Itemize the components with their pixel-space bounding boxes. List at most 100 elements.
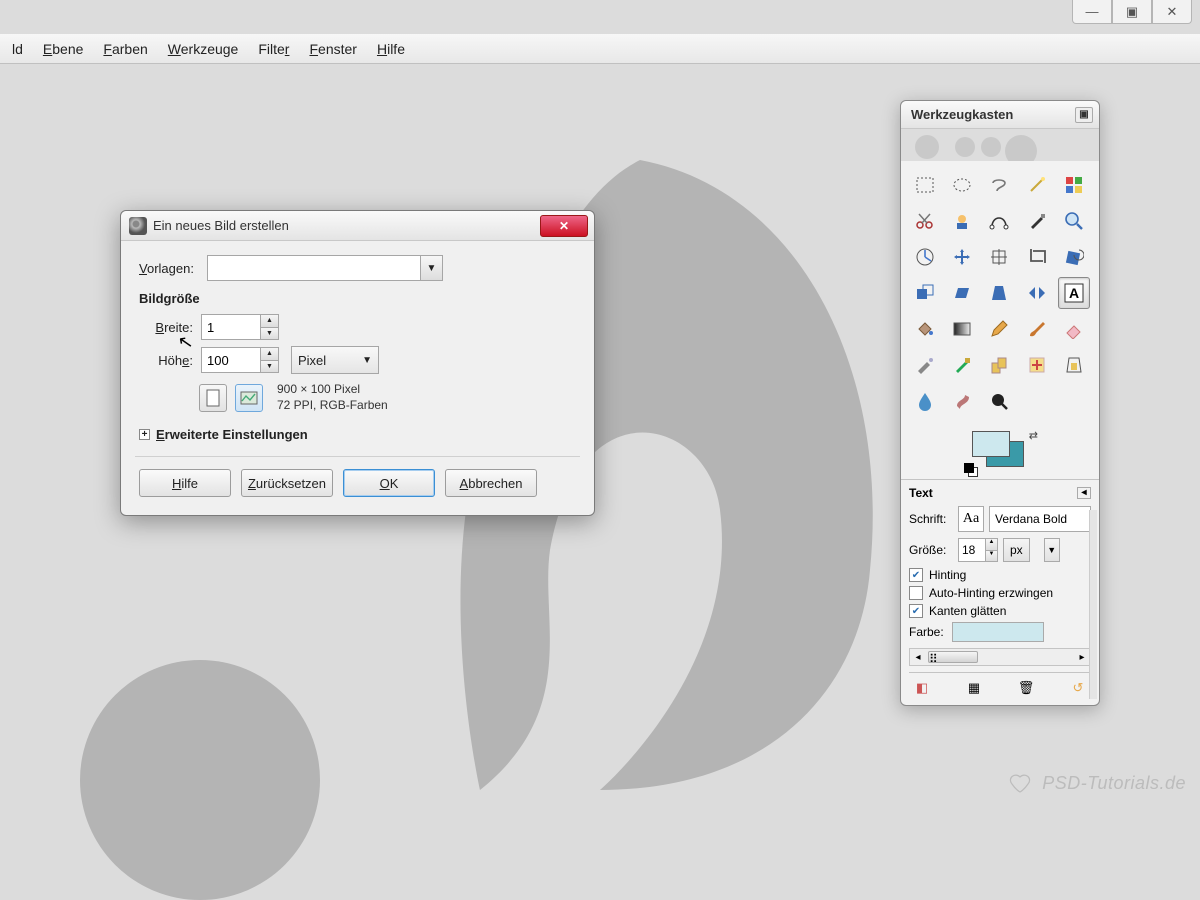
perspective-clone-tool-icon[interactable] xyxy=(1058,349,1090,381)
templates-combobox[interactable]: ▼ xyxy=(207,255,443,281)
hinting-checkbox-row[interactable]: ✔ Hinting xyxy=(909,568,1091,582)
footer-save-icon[interactable]: ◧ xyxy=(913,679,931,697)
font-picker-icon[interactable]: Aa xyxy=(958,506,984,532)
ellipse-select-tool-icon[interactable] xyxy=(946,169,978,201)
clone-tool-icon[interactable] xyxy=(983,349,1015,381)
color-swatches[interactable]: ⇄ xyxy=(972,431,1028,469)
dodge-tool-icon[interactable] xyxy=(983,385,1015,417)
rotate-tool-icon[interactable] xyxy=(1058,241,1090,273)
flip-tool-icon[interactable] xyxy=(1021,277,1053,309)
default-colors-icon[interactable] xyxy=(964,463,974,473)
toolbox-titlebar[interactable]: Werkzeugkasten ▣ xyxy=(901,101,1099,129)
svg-text:A: A xyxy=(1069,285,1079,301)
paths-tool-icon[interactable] xyxy=(983,205,1015,237)
orientation-landscape-button[interactable] xyxy=(235,384,263,412)
foreground-color-swatch[interactable] xyxy=(972,431,1010,457)
plus-icon: + xyxy=(139,429,150,440)
font-field[interactable]: Verdana Bold xyxy=(989,506,1091,532)
pencil-tool-icon[interactable] xyxy=(983,313,1015,345)
checkbox-checked-icon[interactable]: ✔ xyxy=(909,568,923,582)
unit-combobox[interactable]: Pixel▼ xyxy=(291,346,379,374)
spin-up-icon[interactable]: ▲ xyxy=(261,315,278,328)
text-color-swatch[interactable] xyxy=(952,622,1044,642)
orientation-portrait-button[interactable] xyxy=(199,384,227,412)
dialog-titlebar[interactable]: Ein neues Bild erstellen ✕ xyxy=(121,211,594,241)
rect-select-tool-icon[interactable] xyxy=(909,169,941,201)
blur-tool-icon[interactable] xyxy=(909,385,941,417)
wand-tool-icon[interactable] xyxy=(1021,169,1053,201)
reset-button[interactable]: Zurücksetzen xyxy=(241,469,333,497)
checkbox-unchecked-icon[interactable] xyxy=(909,586,923,600)
height-label: Höhe: xyxy=(139,353,193,368)
font-size-spinner[interactable]: ▲▼ xyxy=(958,538,998,562)
antialias-checkbox-row[interactable]: ✔ Kanten glätten xyxy=(909,604,1091,618)
move-tool-icon[interactable] xyxy=(946,241,978,273)
footer-trash-icon[interactable]: 🗑 xyxy=(1017,679,1035,697)
eraser-tool-icon[interactable] xyxy=(1058,313,1090,345)
width-input[interactable] xyxy=(202,315,260,339)
color-select-tool-icon[interactable] xyxy=(1058,169,1090,201)
scroll-thumb[interactable]: ⠿ xyxy=(928,651,978,663)
menubar: ld Ebene Farben Werkzeuge Filter Fenster… xyxy=(0,34,1200,64)
bucket-tool-icon[interactable] xyxy=(909,313,941,345)
checkbox-checked-icon[interactable]: ✔ xyxy=(909,604,923,618)
ok-button[interactable]: OK xyxy=(343,469,435,497)
text-tool-icon[interactable]: A xyxy=(1058,277,1090,309)
smudge-tool-icon[interactable] xyxy=(946,385,978,417)
zoom-tool-icon[interactable] xyxy=(1058,205,1090,237)
crop-tool-icon[interactable] xyxy=(1021,241,1053,273)
help-button[interactable]: Hilfe xyxy=(139,469,231,497)
dialog-title-text: Ein neues Bild erstellen xyxy=(153,218,289,233)
horizontal-scrollbar[interactable]: ◂ ⠿ ▸ xyxy=(909,648,1091,666)
airbrush-tool-icon[interactable] xyxy=(909,349,941,381)
menu-item-hilfe[interactable]: Hilfe xyxy=(367,37,415,61)
panel-scrollbar[interactable] xyxy=(1089,510,1097,699)
height-spinner[interactable]: ▲▼ xyxy=(201,347,279,373)
spin-up-icon[interactable]: ▲ xyxy=(261,348,278,361)
font-size-unit[interactable]: px xyxy=(1003,538,1030,562)
shear-tool-icon[interactable] xyxy=(946,277,978,309)
width-spinner[interactable]: ▲▼ xyxy=(201,314,279,340)
chevron-down-icon[interactable]: ▼ xyxy=(1044,538,1060,562)
menu-item-werkzeuge[interactable]: Werkzeuge xyxy=(158,37,249,61)
menu-item-farben[interactable]: Farben xyxy=(93,37,157,61)
lasso-tool-icon[interactable] xyxy=(983,169,1015,201)
swap-colors-icon[interactable]: ⇄ xyxy=(1029,429,1038,442)
spin-down-icon[interactable]: ▼ xyxy=(261,361,278,373)
new-image-dialog: Ein neues Bild erstellen ✕ Vorlagen: ▼ B… xyxy=(120,210,595,516)
measure-tool-icon[interactable] xyxy=(909,241,941,273)
heal-tool-icon[interactable] xyxy=(1021,349,1053,381)
window-close-button[interactable]: ✕ xyxy=(1152,0,1192,24)
gradient-tool-icon[interactable] xyxy=(946,313,978,345)
advanced-settings-expander[interactable]: + Erweiterte Einstellungen xyxy=(139,427,576,442)
window-minimize-button[interactable]: — xyxy=(1072,0,1112,24)
foreground-select-tool-icon[interactable] xyxy=(946,205,978,237)
menu-item-filter[interactable]: Filter xyxy=(248,37,299,61)
autohint-checkbox-row[interactable]: Auto-Hinting erzwingen xyxy=(909,586,1091,600)
menu-item[interactable]: ld xyxy=(2,37,33,61)
perspective-tool-icon[interactable] xyxy=(983,277,1015,309)
toolbox-collapse-button[interactable]: ▣ xyxy=(1075,107,1093,123)
footer-grid-icon[interactable]: ▦ xyxy=(965,679,983,697)
brush-tool-icon[interactable] xyxy=(1021,313,1053,345)
text-panel-title: Text xyxy=(909,486,933,500)
scroll-right-icon[interactable]: ▸ xyxy=(1074,652,1090,663)
footer-reset-icon[interactable]: ↺ xyxy=(1069,679,1087,697)
height-input[interactable] xyxy=(202,348,260,372)
dialog-close-button[interactable]: ✕ xyxy=(540,215,588,237)
picker-tool-icon[interactable] xyxy=(1021,205,1053,237)
window-maximize-button[interactable]: ▣ xyxy=(1112,0,1152,24)
spin-down-icon[interactable]: ▼ xyxy=(261,328,278,340)
cancel-button[interactable]: Abbrechen xyxy=(445,469,537,497)
scissors-tool-icon[interactable] xyxy=(909,205,941,237)
scale-tool-icon[interactable] xyxy=(909,277,941,309)
scroll-left-icon[interactable]: ◂ xyxy=(910,652,926,663)
panel-collapse-icon[interactable]: ◂ xyxy=(1077,487,1091,499)
chevron-down-icon[interactable]: ▼ xyxy=(420,256,442,280)
size-section-heading: Bildgröße xyxy=(139,291,576,306)
ink-tool-icon[interactable] xyxy=(946,349,978,381)
font-size-input[interactable] xyxy=(959,539,985,561)
menu-item-fenster[interactable]: Fenster xyxy=(299,37,366,61)
align-tool-icon[interactable] xyxy=(983,241,1015,273)
menu-item-ebene[interactable]: Ebene xyxy=(33,37,94,61)
